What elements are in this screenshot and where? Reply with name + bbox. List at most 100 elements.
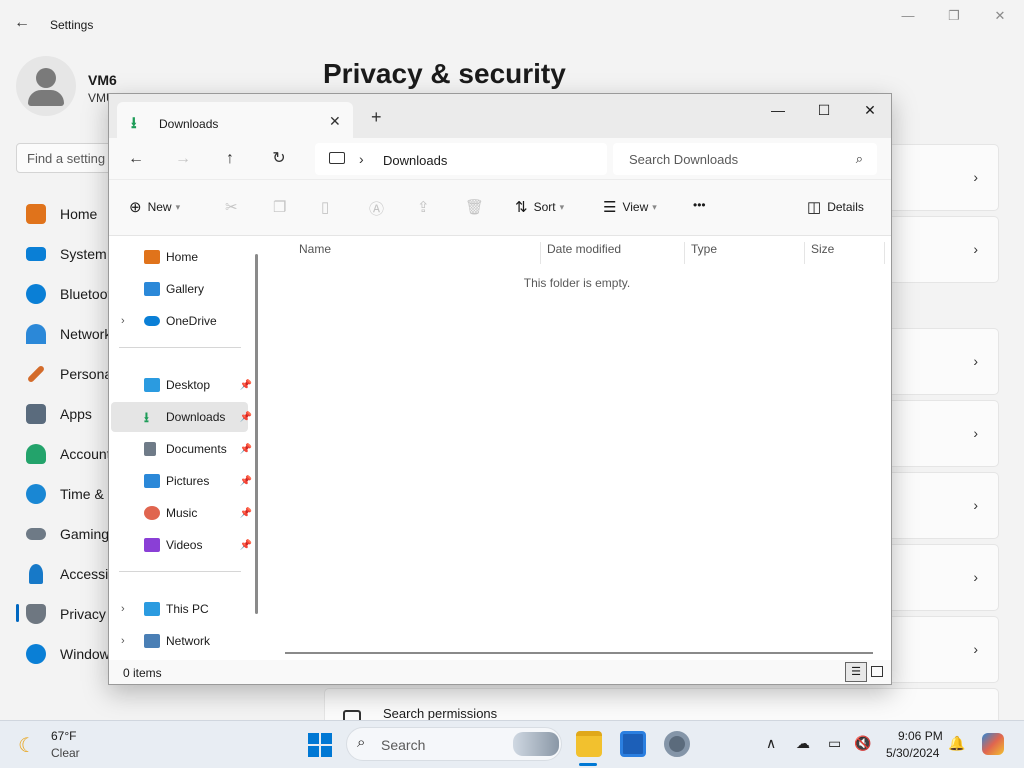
breadcrumb-chevron-icon[interactable]: ›	[359, 151, 364, 167]
column-header-size[interactable]: Size	[807, 242, 885, 264]
column-header-date-modified[interactable]: Date modified	[543, 242, 685, 264]
new-button[interactable]: ⊕ New ▾	[129, 198, 180, 216]
new-tab-icon[interactable]: +	[371, 107, 382, 128]
back-arrow-icon[interactable]: ←	[14, 14, 34, 34]
settings-card[interactable]: ›	[892, 328, 999, 395]
copilot-icon[interactable]	[982, 733, 1004, 755]
expand-chevron-icon[interactable]: ›	[121, 603, 133, 615]
column-header-type[interactable]: Type	[687, 242, 805, 264]
page-title: Privacy & security	[323, 58, 566, 89]
nav-pane-item-this-pc[interactable]: › This PC	[111, 594, 248, 624]
nav-pane-item-documents[interactable]: Documents 📌	[111, 434, 252, 464]
pin-icon[interactable]: 📌	[240, 508, 252, 519]
copy-button[interactable]: ❐	[273, 198, 292, 216]
nav-pane-item-videos[interactable]: Videos 📌	[111, 530, 252, 560]
taskbar-search[interactable]: ⌕ Search	[346, 727, 562, 761]
pin-icon[interactable]: 📌	[240, 412, 252, 423]
details-view-icon[interactable]: ☰	[845, 662, 867, 682]
expand-chevron-icon[interactable]: ›	[121, 635, 133, 647]
paste-button[interactable]: ▯	[321, 198, 335, 216]
nav-pane-scrollbar[interactable]	[255, 254, 258, 614]
plus-circle-icon: ⊕	[129, 199, 142, 216]
store-taskbar-icon[interactable]	[620, 731, 646, 757]
nav-pane-item-home[interactable]: Home	[111, 242, 248, 272]
horizontal-scrollbar[interactable]	[285, 652, 873, 654]
close-icon[interactable]: ✕	[990, 8, 1010, 24]
clock-date[interactable]: 5/30/2024	[886, 746, 939, 760]
notification-bell-icon[interactable]: 🔔	[948, 735, 965, 752]
tab-downloads[interactable]: ⭳ Downloads ✕	[117, 102, 353, 138]
cut-button[interactable]: ✂	[225, 198, 244, 216]
rename-icon: Ⓐ	[369, 201, 385, 218]
accessibility-icon	[29, 564, 43, 584]
refresh-icon[interactable]: ↻	[266, 146, 292, 172]
minimize-icon[interactable]: —	[763, 102, 793, 122]
close-window-icon[interactable]: ✕	[855, 102, 885, 122]
nav-pane-item-downloads[interactable]: ⭳ Downloads 📌	[111, 402, 252, 432]
forward-icon[interactable]: →	[170, 146, 196, 172]
nav-pane-item-desktop[interactable]: Desktop 📌	[111, 370, 252, 400]
delete-button[interactable]: 🗑	[465, 198, 490, 216]
settings-card[interactable]: ›	[892, 472, 999, 539]
taskbar: ☾ 67°F Clear ⌕ Search ∧ ☁ ▭ 🔇 9:06 PM 5/…	[0, 720, 1024, 768]
weather-temperature[interactable]: 67°F	[51, 729, 76, 743]
settings-card[interactable]: ›	[892, 544, 999, 611]
sort-button[interactable]: ⇅ Sort ▾	[515, 198, 564, 216]
nav-item-bluetooth[interactable]: Bluetooth & devices	[16, 276, 116, 312]
nav-item-network[interactable]: Network & internet	[16, 316, 116, 352]
settings-card[interactable]: ›	[892, 616, 999, 683]
settings-title: Settings	[50, 18, 94, 32]
rename-button[interactable]: Ⓐ	[369, 198, 390, 219]
nav-item-accounts[interactable]: Accounts	[16, 436, 116, 472]
share-button[interactable]: ⇪	[417, 198, 436, 216]
weather-condition[interactable]: Clear	[51, 746, 80, 760]
nav-item-privacy-security[interactable]: Privacy & security	[16, 596, 116, 632]
maximize-icon[interactable]: ☐	[809, 102, 839, 122]
nav-item-home[interactable]: Home	[16, 196, 116, 232]
nav-item-apps[interactable]: Apps	[16, 396, 116, 432]
settings-card[interactable]: ›	[892, 144, 999, 211]
view-button[interactable]: ☰ View ▾	[603, 198, 657, 216]
address-bar[interactable]: › Downloads	[315, 143, 607, 175]
nav-item-gaming[interactable]: Gaming	[16, 516, 116, 552]
search-input[interactable]: Search Downloads ⌕	[613, 143, 877, 175]
tiles-view-icon[interactable]	[871, 666, 883, 677]
file-explorer-taskbar-icon[interactable]	[576, 731, 602, 757]
minimize-icon[interactable]: —	[898, 8, 918, 24]
nav-item-personalization[interactable]: Personalization	[16, 356, 116, 392]
nav-pane-item-network[interactable]: › Network	[111, 626, 248, 656]
nav-pane-item-pictures[interactable]: Pictures 📌	[111, 466, 252, 496]
chevron-up-icon[interactable]: ∧	[766, 735, 776, 752]
pin-icon[interactable]: 📌	[240, 540, 252, 551]
nav-pane-item-gallery[interactable]: Gallery	[111, 274, 248, 304]
settings-card[interactable]: ›	[892, 400, 999, 467]
cloud-offline-icon[interactable]: ☁	[796, 735, 810, 752]
settings-card[interactable]: ›	[892, 216, 999, 283]
back-icon[interactable]: ←	[123, 146, 149, 172]
nav-item-accessibility[interactable]: Accessibility	[16, 556, 116, 592]
settings-taskbar-icon[interactable]	[664, 731, 690, 757]
breadcrumb[interactable]: Downloads	[383, 153, 447, 168]
pin-icon[interactable]: 📌	[240, 380, 252, 391]
nav-item-system[interactable]: System	[16, 236, 116, 272]
system-icon	[26, 247, 46, 261]
clock-time[interactable]: 9:06 PM	[898, 729, 943, 743]
nav-item-windows-update[interactable]: Windows Update	[16, 636, 116, 672]
restore-icon[interactable]: ❐	[944, 8, 964, 24]
windows-start-icon[interactable]	[308, 733, 332, 757]
up-icon[interactable]: ↑	[217, 146, 243, 172]
nav-item-time-language[interactable]: Time & language	[16, 476, 116, 512]
pin-icon[interactable]: 📌	[240, 476, 252, 487]
expand-chevron-icon[interactable]: ›	[121, 315, 133, 327]
display-icon[interactable]: ▭	[828, 735, 841, 752]
speaker-muted-icon[interactable]: 🔇	[854, 735, 871, 752]
pin-icon[interactable]: 📌	[240, 444, 252, 455]
more-options-button[interactable]: •••	[693, 198, 706, 212]
close-tab-icon[interactable]: ✕	[329, 113, 341, 130]
details-pane-icon: ◫	[807, 199, 822, 216]
weather-moon-icon[interactable]: ☾	[18, 733, 36, 758]
column-header-name[interactable]: Name	[295, 242, 541, 264]
details-button[interactable]: ◫ Details	[807, 198, 864, 216]
nav-pane-item-onedrive[interactable]: › OneDrive	[111, 306, 248, 336]
nav-pane-item-music[interactable]: Music 📌	[111, 498, 252, 528]
